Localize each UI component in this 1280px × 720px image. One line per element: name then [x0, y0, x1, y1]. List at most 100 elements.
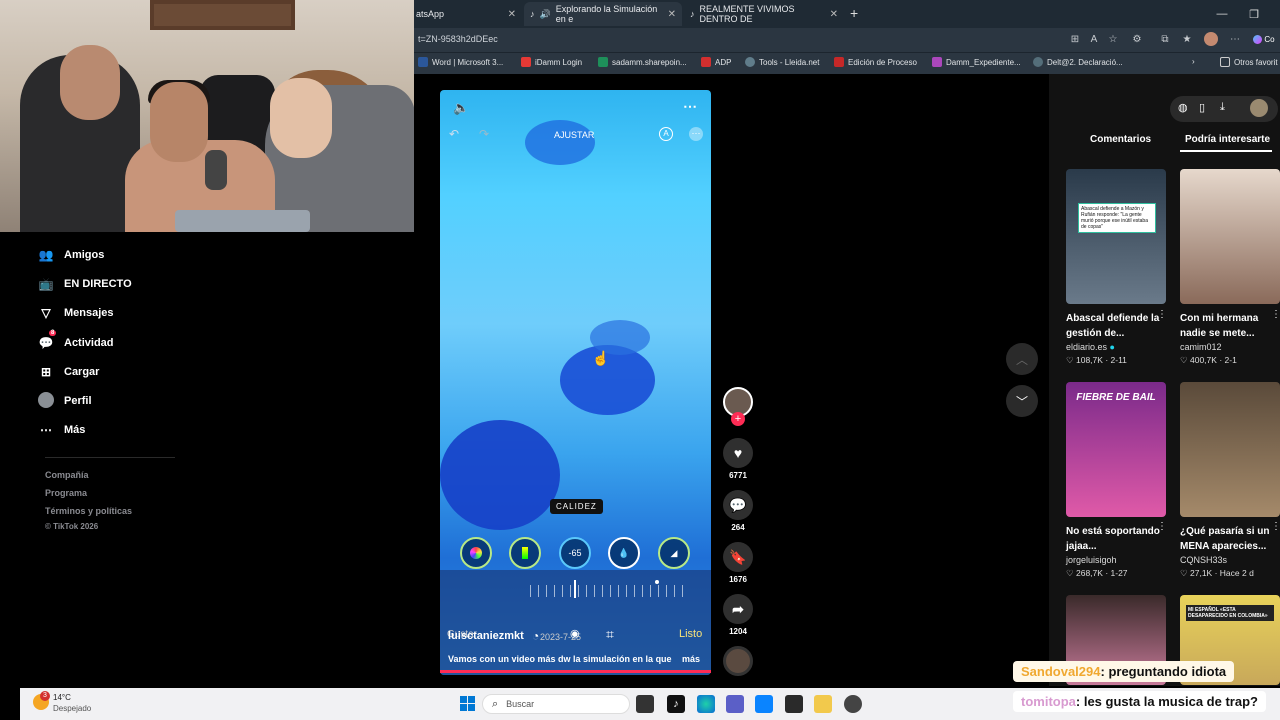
- footer-link-program[interactable]: Programa: [22, 484, 202, 502]
- close-icon[interactable]: ✕: [668, 9, 676, 20]
- filter-color-icon[interactable]: [460, 537, 492, 569]
- address-bar[interactable]: [410, 28, 1280, 52]
- video-card[interactable]: Con mi hermana nadie se mete... camim012…: [1180, 169, 1280, 366]
- cursor-icon: ☝: [592, 350, 610, 366]
- sidebar-item-perfil[interactable]: Perfil: [22, 386, 202, 415]
- speaker-icon[interactable]: 🔊: [540, 9, 551, 20]
- more-icon[interactable]: ⋯: [689, 127, 703, 141]
- phone-icon[interactable]: ▯: [1199, 101, 1205, 114]
- maximize-icon[interactable]: ❐: [1238, 0, 1270, 28]
- store-icon[interactable]: [755, 695, 773, 713]
- saturation-icon[interactable]: [509, 537, 541, 569]
- kebab-icon[interactable]: ⋮: [1271, 309, 1280, 320]
- extensions-icon[interactable]: ⚙: [1130, 32, 1144, 46]
- tab-simulation[interactable]: ♪ 🔊 Explorando la Simulación en e ✕: [524, 2, 682, 26]
- tiktok-app-icon[interactable]: ♪: [667, 695, 685, 713]
- kebab-icon[interactable]: ⋮: [1157, 521, 1167, 532]
- close-icon[interactable]: ✕: [508, 9, 516, 20]
- music-disc[interactable]: [722, 646, 754, 679]
- share-button[interactable]: ➦ 1204: [722, 594, 754, 636]
- footer-link-company[interactable]: Compañía: [22, 466, 202, 484]
- comment-button[interactable]: 💬 264: [722, 490, 754, 532]
- bookmark-edicion[interactable]: Edición de Proceso: [834, 57, 917, 67]
- chevron-up-icon: ︿: [1015, 352, 1028, 367]
- menu-icon[interactable]: ⋯: [1228, 32, 1242, 46]
- video-card[interactable]: Abascal defiende a Mazón y Rufián respon…: [1066, 169, 1166, 366]
- tint-icon[interactable]: 💧: [608, 537, 640, 569]
- app-icon[interactable]: [785, 695, 803, 713]
- new-tab-button[interactable]: +: [850, 5, 858, 21]
- video-card[interactable]: ¿Qué pasaría si un MENA aparecies... CQN…: [1180, 382, 1280, 579]
- bookmark-damm[interactable]: Damm_Expediente...: [932, 57, 1021, 67]
- bookmark-word[interactable]: Word | Microsoft 3...: [418, 57, 503, 67]
- minimize-icon[interactable]: —: [1206, 0, 1238, 28]
- volume-icon[interactable]: 🔈: [453, 100, 469, 116]
- sharpness-icon[interactable]: ◢: [658, 537, 690, 569]
- more-link[interactable]: más: [682, 654, 700, 664]
- sidebar-item-actividad[interactable]: 💬 8 Actividad: [22, 328, 202, 357]
- chevron-right-icon[interactable]: ›: [1192, 57, 1195, 66]
- undo-icon[interactable]: ↶: [449, 127, 459, 141]
- split-icon[interactable]: ⧉: [1158, 32, 1172, 46]
- tab-comments[interactable]: Comentarios: [1090, 134, 1151, 145]
- card-author[interactable]: jorgeluisigoh: [1066, 555, 1166, 565]
- more-options-icon[interactable]: ⋯: [683, 98, 697, 115]
- tab-recommended[interactable]: Podría interesarte: [1185, 134, 1270, 145]
- taskbar-search[interactable]: ⌕ Buscar: [482, 694, 630, 714]
- follow-icon[interactable]: +: [731, 412, 745, 426]
- bookmark-sharepoint[interactable]: sadamm.sharepoin...: [598, 57, 687, 67]
- pip-icon[interactable]: ◍: [1178, 101, 1188, 114]
- sidebar-item-live[interactable]: 📺 EN DIRECTO: [22, 269, 202, 298]
- redo-icon[interactable]: ↷: [479, 127, 489, 141]
- obs-icon[interactable]: [844, 695, 862, 713]
- like-button[interactable]: ♥ 6771: [722, 438, 754, 480]
- task-view-icon[interactable]: [636, 695, 654, 713]
- other-favorites[interactable]: Otros favorit: [1220, 57, 1278, 67]
- video-author[interactable]: luisctaniezmkt: [448, 630, 524, 642]
- bookmark-idamm[interactable]: iDamm Login: [521, 57, 582, 67]
- bookmark-delta[interactable]: Delt@2. Declaració...: [1033, 57, 1123, 67]
- windows-start-icon[interactable]: [460, 696, 475, 711]
- previous-video-button[interactable]: ︿: [1006, 343, 1038, 375]
- sidebar-item-cargar[interactable]: ⊞ Cargar: [22, 357, 202, 386]
- kebab-icon[interactable]: ⋮: [1157, 309, 1167, 320]
- copilot-button[interactable]: Co: [1252, 32, 1276, 46]
- footer-link-terms[interactable]: Términos y políticas: [22, 502, 202, 520]
- file-explorer-icon[interactable]: [814, 695, 832, 713]
- kebab-icon[interactable]: ⋮: [1271, 521, 1280, 532]
- star-icon[interactable]: ☆: [1106, 32, 1120, 46]
- auto-icon[interactable]: A: [659, 127, 673, 141]
- card-author[interactable]: eldiario.es ●: [1066, 342, 1166, 352]
- apps-icon[interactable]: ⊞: [1068, 32, 1082, 46]
- sidebar-item-mensajes[interactable]: ▽ Mensajes: [22, 299, 202, 328]
- tab-whatsapp[interactable]: atsApp ✕: [410, 2, 522, 26]
- save-button[interactable]: 🔖 1676: [722, 542, 754, 584]
- tab-realmente[interactable]: ♪ REALMENTE VIVIMOS DENTRO DE ✕: [684, 2, 844, 26]
- eye-icon[interactable]: ◉: [570, 627, 580, 640]
- adjust-slider[interactable]: [530, 585, 690, 597]
- video-card[interactable]: FIEBRE DE BAIL No está soportando jajaa.…: [1066, 382, 1166, 579]
- translate-icon[interactable]: A: [1087, 32, 1101, 46]
- avatar[interactable]: [1250, 99, 1268, 117]
- map-region: [440, 420, 560, 530]
- slider-marker[interactable]: [574, 580, 576, 598]
- sidebar-item-amigos[interactable]: 👥 Amigos: [22, 240, 202, 269]
- card-likes: 400,7K: [1190, 355, 1217, 365]
- edge-icon[interactable]: [697, 695, 715, 713]
- avatar[interactable]: [1204, 32, 1218, 46]
- card-author[interactable]: CQNSH33s: [1180, 555, 1280, 565]
- warmth-dial[interactable]: -65: [559, 537, 591, 569]
- done-button[interactable]: Listo: [679, 628, 702, 640]
- circle-icon: ◔: [532, 629, 540, 643]
- next-video-button[interactable]: ﹀: [1006, 385, 1038, 417]
- card-author[interactable]: camim012: [1180, 342, 1280, 352]
- url-text[interactable]: t=ZN-9583h2dDEec: [418, 34, 498, 44]
- download-icon[interactable]: ⤓: [1220, 101, 1225, 114]
- favorites-icon[interactable]: ★: [1180, 32, 1194, 46]
- sidebar-item-mas[interactable]: ⋯ Más: [22, 416, 202, 445]
- teams-icon[interactable]: [726, 695, 744, 713]
- bookmark-tools[interactable]: Tools - Lleida.net: [745, 57, 819, 67]
- crop-icon[interactable]: ⌗: [606, 626, 614, 643]
- bookmark-adp[interactable]: ADP: [701, 57, 731, 67]
- close-icon[interactable]: ✕: [830, 9, 838, 20]
